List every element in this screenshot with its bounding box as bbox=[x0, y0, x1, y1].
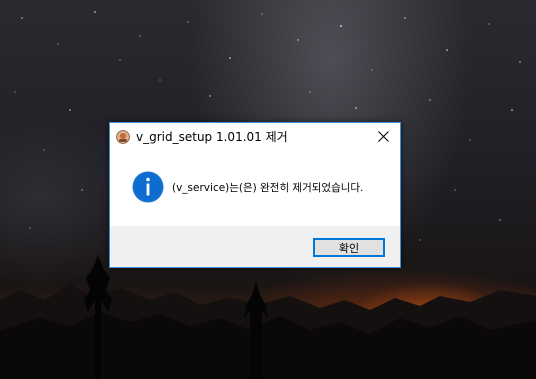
ok-button[interactable]: 확인 bbox=[313, 238, 385, 257]
close-icon[interactable] bbox=[366, 123, 400, 149]
dialog-title: v_grid_setup 1.01.01 제거 bbox=[136, 130, 288, 144]
desktop-wallpaper: v_grid_setup 1.01.01 제거 (v_service)는(은) … bbox=[0, 0, 536, 379]
setup-app-icon bbox=[116, 129, 130, 144]
uninstall-dialog: v_grid_setup 1.01.01 제거 (v_service)는(은) … bbox=[109, 122, 401, 268]
dialog-titlebar[interactable]: v_grid_setup 1.01.01 제거 bbox=[110, 123, 400, 149]
info-icon bbox=[132, 171, 164, 203]
dialog-message: (v_service)는(은) 완전히 제거되었습니다. bbox=[172, 182, 364, 194]
dialog-footer: 확인 bbox=[110, 226, 400, 267]
dialog-content: (v_service)는(은) 완전히 제거되었습니다. bbox=[110, 149, 400, 226]
